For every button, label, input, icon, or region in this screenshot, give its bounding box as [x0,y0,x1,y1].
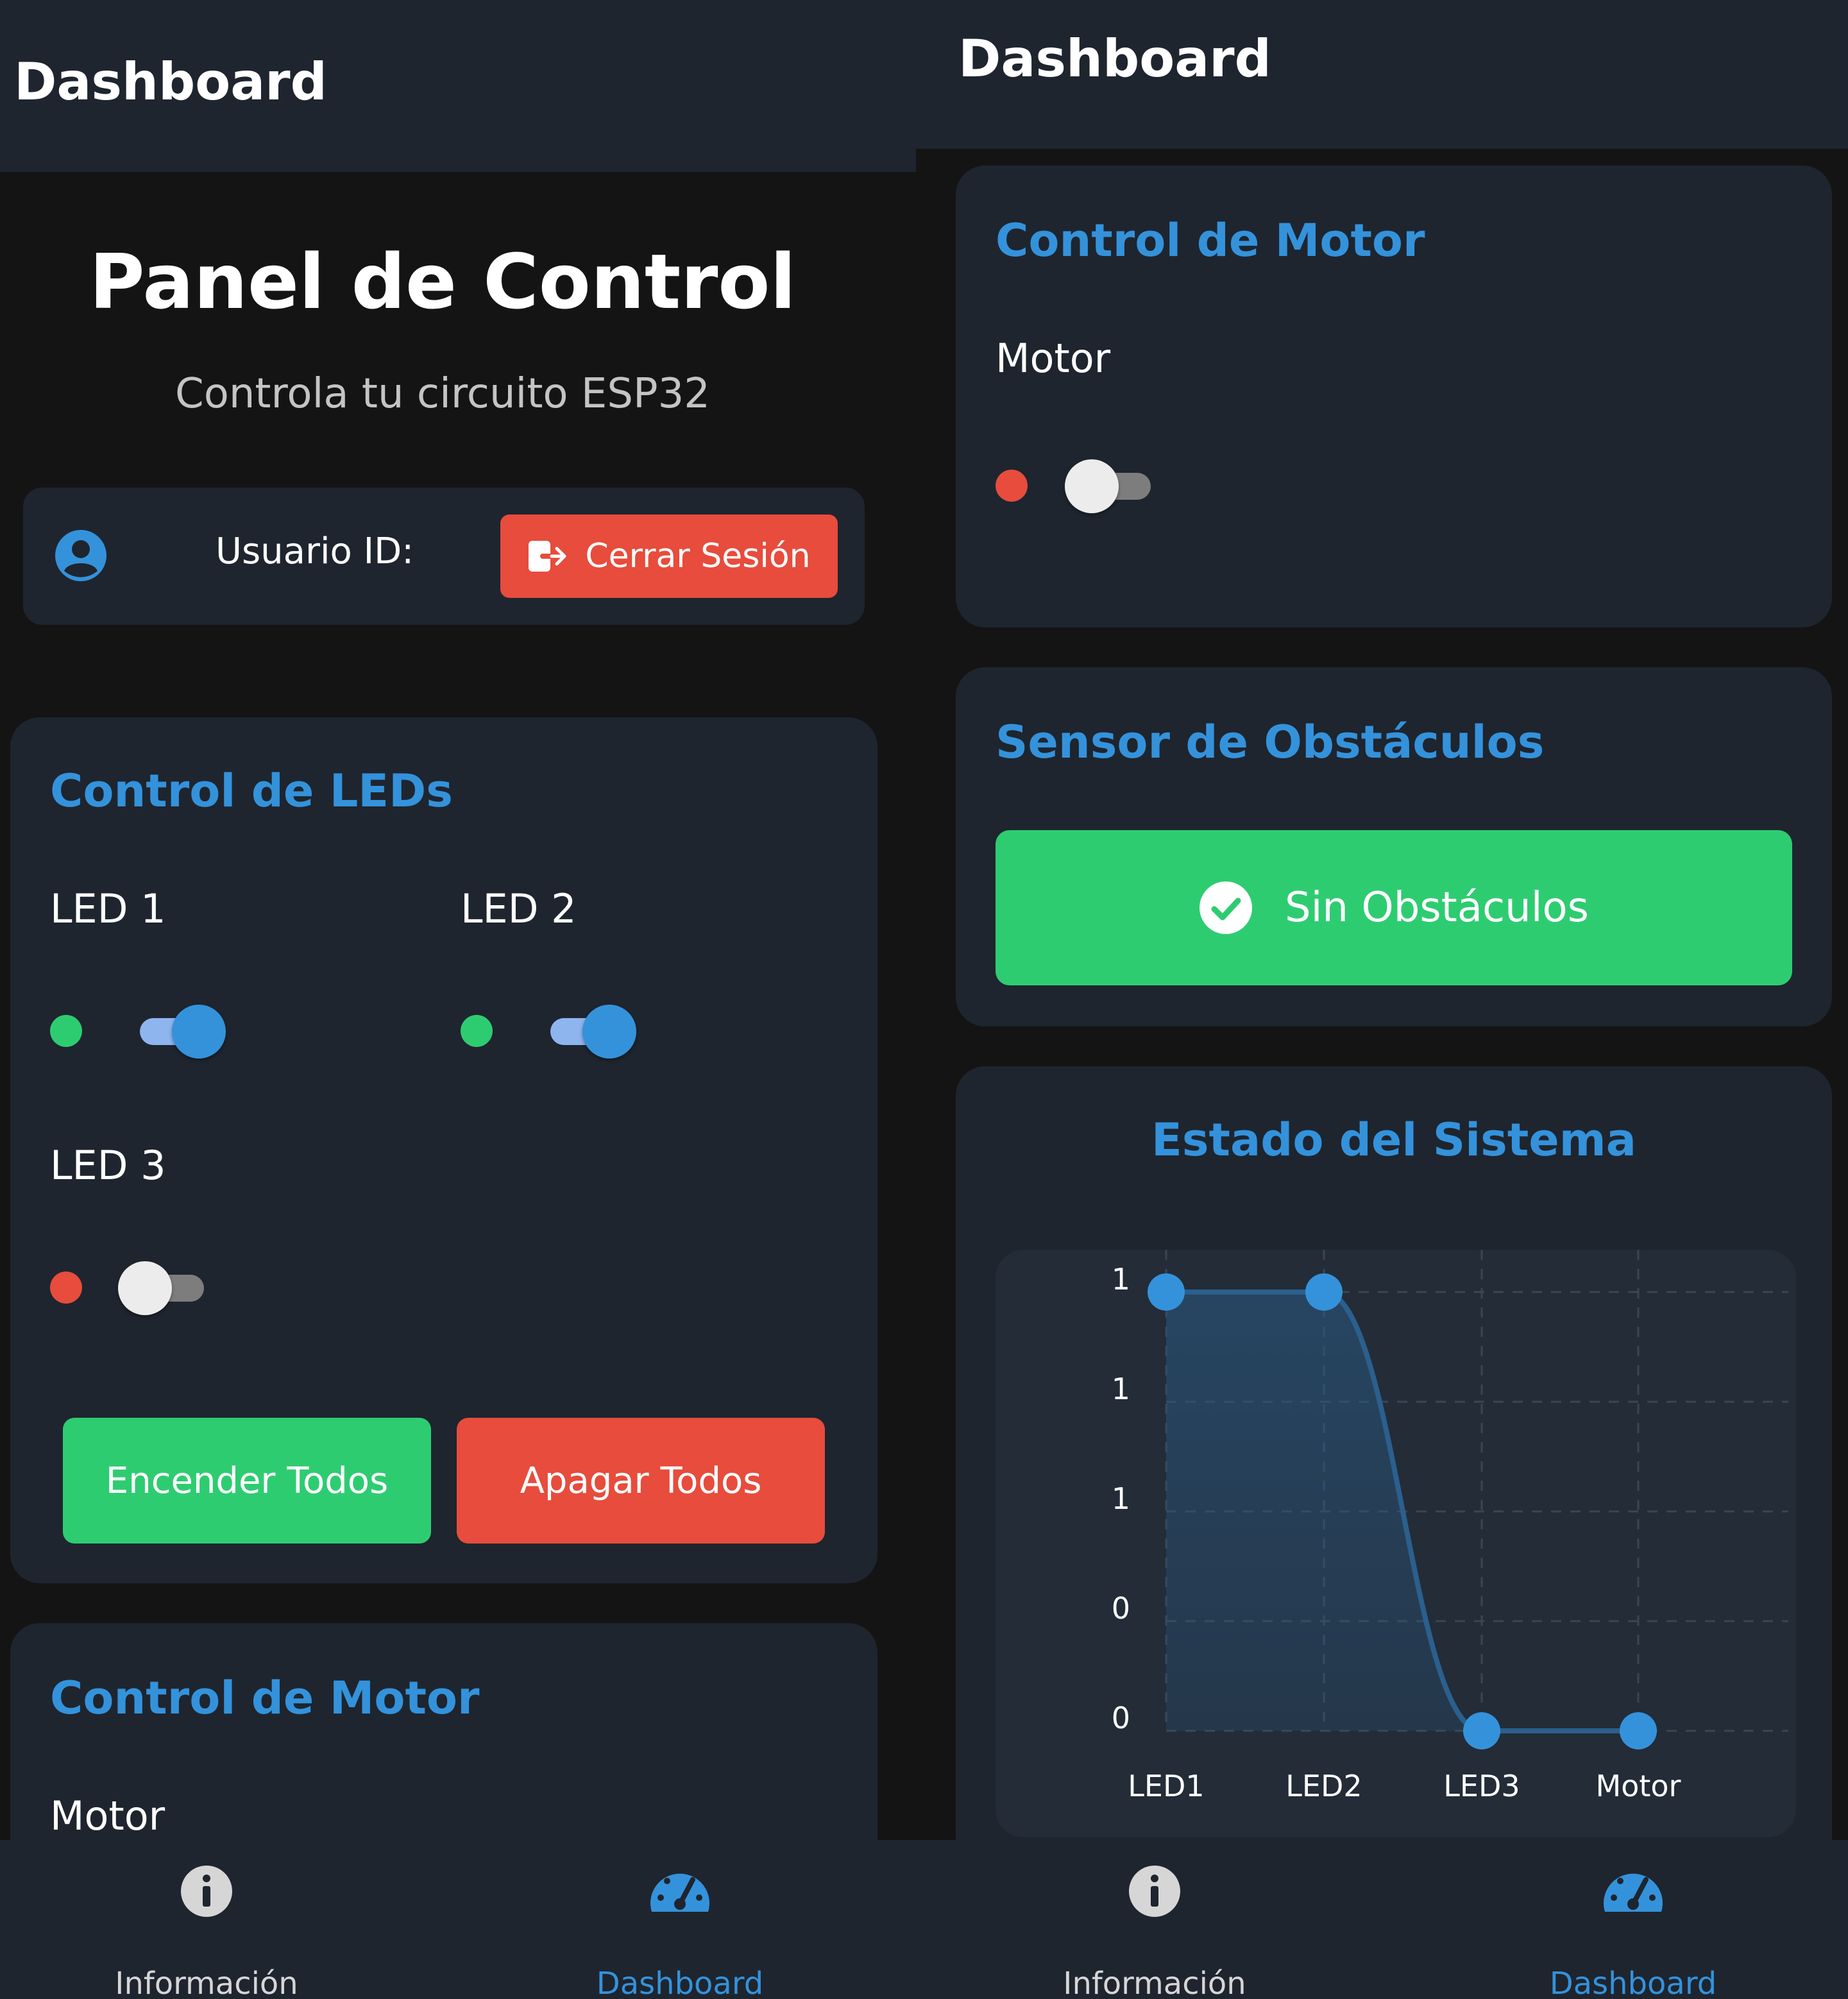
logout-label: Cerrar Sesión [585,537,811,575]
nav-item-dashboard[interactable]: Dashboard [520,1840,840,1999]
nav-label-dashboard: Dashboard [596,1966,764,1999]
data-point [1305,1273,1343,1311]
led2-switch[interactable] [548,1005,636,1059]
y-tick-label: 1 [1112,1372,1130,1406]
left-screen: Dashboard Panel de Control Controla tu c… [0,0,916,1999]
bottom-nav: Información Dashboard [0,1840,916,1999]
chart-card: Estado del Sistema 1 1 1 0 0 LED1 LED2 LED3 Mot… [956,1066,1832,1900]
speedometer-icon [1601,1864,1665,1921]
nav-label-dashboard: Dashboard [1549,1966,1717,1999]
obstacle-status-text: Sin Obstáculos [1285,884,1589,931]
motor-status-dot [996,470,1028,502]
nav-label-informacion: Información [115,1966,298,1999]
data-point [1148,1273,1185,1311]
motor-card-title: Control de Motor [50,1672,480,1724]
page-subtitle: Controla tu circuito ESP32 [175,370,710,418]
y-tick-label: 0 [1112,1591,1130,1626]
y-tick-label: 1 [1112,1481,1130,1516]
data-point [1463,1712,1500,1749]
chart-area: 1 1 1 0 0 LED1 LED2 LED3 Motor [996,1250,1796,1837]
nav-item-informacion[interactable]: Información [46,1840,367,1999]
led3-switch[interactable] [118,1261,207,1315]
sensor-card: Sensor de Obstáculos Sin Obstáculos [956,667,1832,1026]
y-tick-label: 1 [1112,1262,1130,1297]
logout-button[interactable]: Cerrar Sesión [500,515,838,598]
app-bar: Dashboard [916,0,1848,149]
x-tick-label: Motor [1596,1769,1681,1803]
line-chart: 1 1 1 0 0 LED1 LED2 LED3 Motor [1112,1250,1788,1803]
bottom-nav: Información Dashboard [916,1840,1848,1999]
led3-status-dot [50,1272,82,1304]
motor-card-title: Control de Motor [996,214,1425,267]
motor-card: Control de Motor Motor [956,166,1832,627]
chart-title: Estado del Sistema [1151,1114,1636,1166]
sensor-card-title: Sensor de Obstáculos [996,716,1545,769]
led3-label: LED 3 [50,1142,166,1189]
motor-label: Motor [50,1792,165,1839]
led2-status-dot [461,1015,493,1047]
nav-item-informacion[interactable]: Información [994,1840,1315,1999]
app-bar-title: Dashboard [14,52,327,112]
x-tick-label: LED2 [1285,1769,1362,1803]
all-on-button[interactable]: Encender Todos [63,1418,431,1544]
x-tick-label: LED1 [1128,1769,1204,1803]
led2-label: LED 2 [461,885,577,932]
x-tick-label: LED3 [1443,1769,1520,1803]
leds-card: Control de LEDs LED 1 LED 2 LED 3 Encend… [10,717,877,1583]
user-id-label: Usuario ID: [216,531,414,572]
logout-icon [527,538,568,574]
y-tick-label: 0 [1112,1701,1130,1735]
speedometer-icon [648,1864,712,1921]
info-icon [180,1864,233,1921]
led1-status-dot [50,1015,82,1047]
nav-item-dashboard[interactable]: Dashboard [1473,1840,1793,1999]
check-circle-icon [1199,881,1253,935]
leds-card-title: Control de LEDs [50,765,453,817]
led1-switch[interactable] [137,1005,226,1059]
motor-label: Motor [996,335,1111,382]
data-point [1620,1712,1657,1749]
all-off-button[interactable]: Apagar Todos [457,1418,825,1544]
app-bar: Dashboard [0,0,916,172]
app-bar-title: Dashboard [958,29,1271,89]
nav-label-informacion: Información [1063,1966,1246,1999]
page-title: Panel de Control [89,237,796,326]
obstacle-status-banner: Sin Obstáculos [996,830,1792,985]
motor-switch[interactable] [1065,459,1153,513]
user-bar: Usuario ID: Cerrar Sesión [23,488,865,625]
user-icon [54,529,108,583]
info-icon [1128,1864,1182,1921]
right-screen: Dashboard Control de Motor Motor Sensor … [916,0,1848,1999]
led1-label: LED 1 [50,885,166,932]
